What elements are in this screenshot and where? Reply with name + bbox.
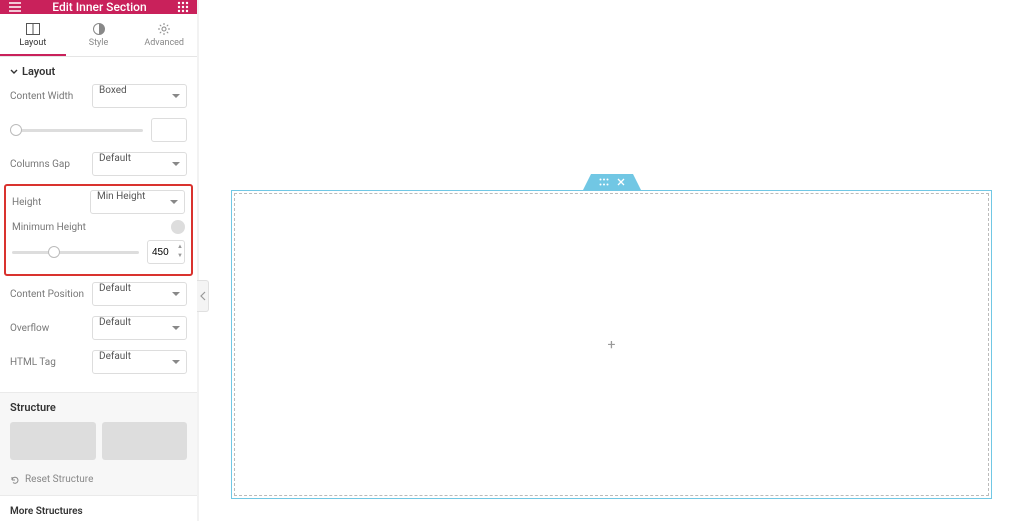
html-tag-label: HTML Tag [10,357,92,368]
app-root: Edit Inner Section Layout Style Advanced [0,0,1024,521]
min-height-input-wrap: ▲▼ [147,240,185,264]
tab-advanced-label: Advanced [144,38,184,48]
more-structures-label: More Structures [10,506,83,517]
panel-toggle[interactable] [197,280,209,312]
content-width-label: Content Width [10,91,92,102]
width-input[interactable] [151,118,187,142]
chevron-left-icon [200,291,206,301]
min-height-slider-row: ▲▼ [12,240,185,264]
overflow-label: Overflow [10,323,92,334]
layout-section-title: Layout [22,65,55,78]
height-label: Height [12,197,90,208]
close-icon[interactable] [617,178,625,186]
menu-button[interactable] [8,0,22,14]
sidebar-tabs: Layout Style Advanced [0,14,197,57]
overflow-row: Overflow Default [10,316,187,340]
reset-structure-label: Reset Structure [25,474,93,485]
add-widget-icon[interactable]: + [608,337,616,353]
columns-gap-select[interactable]: Default [92,152,187,176]
section-handle [583,174,641,190]
height-select[interactable]: Min Height [90,190,185,214]
content-width-row: Content Width Boxed [10,84,187,108]
undo-icon [10,475,20,485]
width-slider[interactable] [10,129,143,132]
hamburger-icon [8,0,22,14]
min-height-slider[interactable] [12,251,139,254]
inner-section[interactable]: + [231,190,992,499]
sidebar-header: Edit Inner Section [0,0,197,14]
caret-down-icon [10,68,18,76]
columns-gap-label: Columns Gap [10,159,92,170]
editor-canvas: + [199,0,1024,521]
width-slider-row [10,118,187,142]
responsive-icon[interactable] [171,220,185,234]
html-tag-row: HTML Tag Default [10,350,187,374]
tab-advanced[interactable]: Advanced [131,14,197,56]
min-height-spinner[interactable]: ▲▼ [177,242,183,260]
content-position-row: Content Position Default [10,282,187,306]
structure-section: Structure Reset Structure [0,392,197,495]
structure-option-1[interactable] [10,422,96,460]
width-slider-handle[interactable] [10,124,22,136]
content-position-select[interactable]: Default [92,282,187,306]
layout-section: Layout Content Width Boxed Columns Gap D… [0,57,197,392]
tab-layout[interactable]: Layout [0,14,66,56]
style-icon [93,23,105,35]
grid-icon [177,1,189,13]
columns-gap-row: Columns Gap Default [10,152,187,176]
html-tag-select[interactable]: Default [92,350,187,374]
structure-options [10,422,187,460]
overflow-select[interactable]: Default [92,316,187,340]
min-height-slider-handle[interactable] [48,246,60,258]
height-row: Height Min Height [12,190,185,214]
panel-title: Edit Inner Section [52,0,146,14]
reset-structure[interactable]: Reset Structure [10,470,187,489]
tab-layout-label: Layout [19,38,46,48]
inner-section-column[interactable]: + [234,193,989,496]
min-height-label-row: Minimum Height [12,220,185,234]
structure-option-2[interactable] [102,422,188,460]
min-height-label: Minimum Height [12,222,165,233]
tab-style[interactable]: Style [66,14,132,56]
drag-icon[interactable] [599,178,609,186]
sidebar-panel: Edit Inner Section Layout Style Advanced [0,0,197,521]
layout-section-header[interactable]: Layout [10,65,187,78]
layout-icon [26,23,40,35]
more-structures[interactable]: More Structures [0,495,197,527]
height-highlight: Height Min Height Minimum Height ▲▼ [4,184,193,276]
apps-button[interactable] [177,1,189,13]
structure-title: Structure [10,401,187,414]
gear-icon [158,23,170,35]
content-position-label: Content Position [10,289,92,300]
tab-style-label: Style [89,38,109,48]
content-width-select[interactable]: Boxed [92,84,187,108]
